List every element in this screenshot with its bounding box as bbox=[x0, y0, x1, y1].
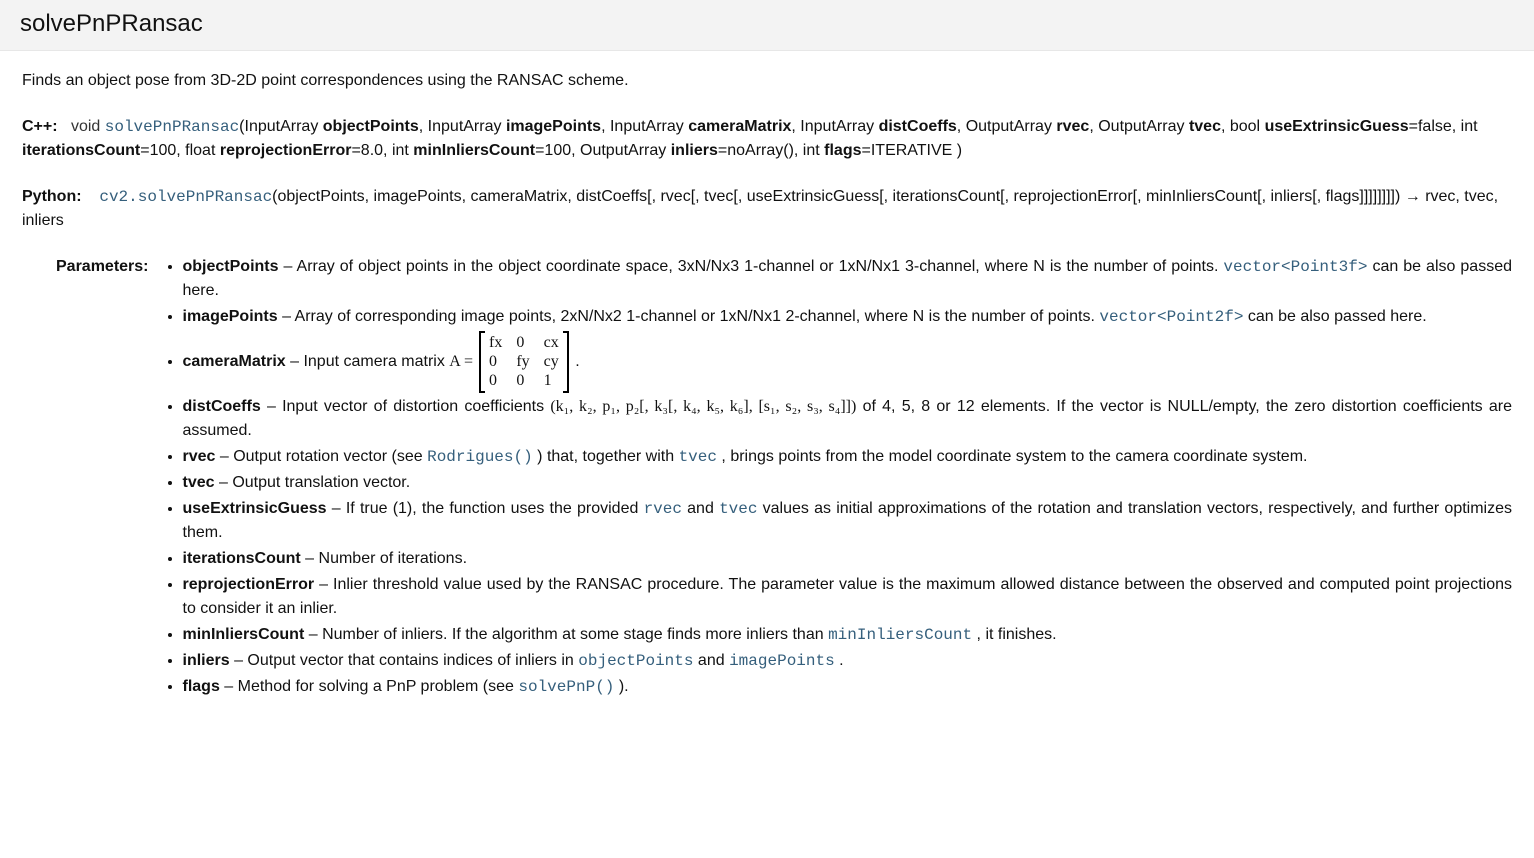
python-signature: Python: cv2.solvePnPRansac(objectPoints,… bbox=[22, 185, 1512, 233]
param-cameraMatrix: cameraMatrix – Input camera matrix A = f… bbox=[183, 331, 1513, 393]
param-rvec: rvec – Output rotation vector (see Rodri… bbox=[183, 445, 1513, 469]
python-module: cv2. bbox=[99, 188, 137, 206]
camera-matrix: fx 0 cx 0 fy cy 0 0 1 bbox=[479, 331, 569, 393]
lang-label-cpp: C++: bbox=[22, 118, 58, 135]
param-tvec: tvec – Output translation vector. bbox=[183, 471, 1513, 495]
param-objectPoints: objectPoints – Array of object points in… bbox=[183, 255, 1513, 303]
param-imagePoints: imagePoints – Array of corresponding ima… bbox=[183, 305, 1513, 329]
cpp-func-name[interactable]: solvePnPRansac bbox=[105, 118, 239, 136]
parameters-label: Parameters: bbox=[56, 255, 163, 279]
parameters-block: Parameters: objectPoints – Array of obje… bbox=[56, 255, 1512, 701]
lang-label-python: Python: bbox=[22, 188, 82, 205]
distcoeffs-vector: (k₁, k₂, p₁, p₂[, k₃[, k₄, k₅, k₆], [s₁,… bbox=[550, 398, 856, 415]
section-header: solvePnPRansac bbox=[0, 0, 1534, 51]
content-body: Finds an object pose from 3D-2D point co… bbox=[0, 51, 1534, 719]
param-useExtrinsicGuess: useExtrinsicGuess – If true (1), the fun… bbox=[183, 497, 1513, 545]
link-rodrigues[interactable]: Rodrigues() bbox=[427, 448, 533, 466]
function-summary: Finds an object pose from 3D-2D point co… bbox=[22, 69, 1512, 93]
section-title: solvePnPRansac bbox=[20, 6, 1514, 42]
param-flags: flags – Method for solving a PnP problem… bbox=[183, 675, 1513, 699]
param-minInliersCount: minInliersCount – Number of inliers. If … bbox=[183, 623, 1513, 647]
param-reprojectionError: reprojectionError – Inlier threshold val… bbox=[183, 573, 1513, 621]
param-inliers: inliers – Output vector that contains in… bbox=[183, 649, 1513, 673]
cpp-signature: C++: void solvePnPRansac(InputArray obje… bbox=[22, 115, 1512, 163]
param-iterationsCount: iterationsCount – Number of iterations. bbox=[183, 547, 1513, 571]
python-func-name[interactable]: solvePnPRansac bbox=[138, 188, 272, 206]
param-distCoeffs: distCoeffs – Input vector of distortion … bbox=[183, 395, 1513, 443]
parameters-list: objectPoints – Array of object points in… bbox=[163, 255, 1513, 701]
cpp-return-type: void bbox=[71, 118, 100, 135]
link-solvepnp[interactable]: solvePnP() bbox=[518, 678, 614, 696]
